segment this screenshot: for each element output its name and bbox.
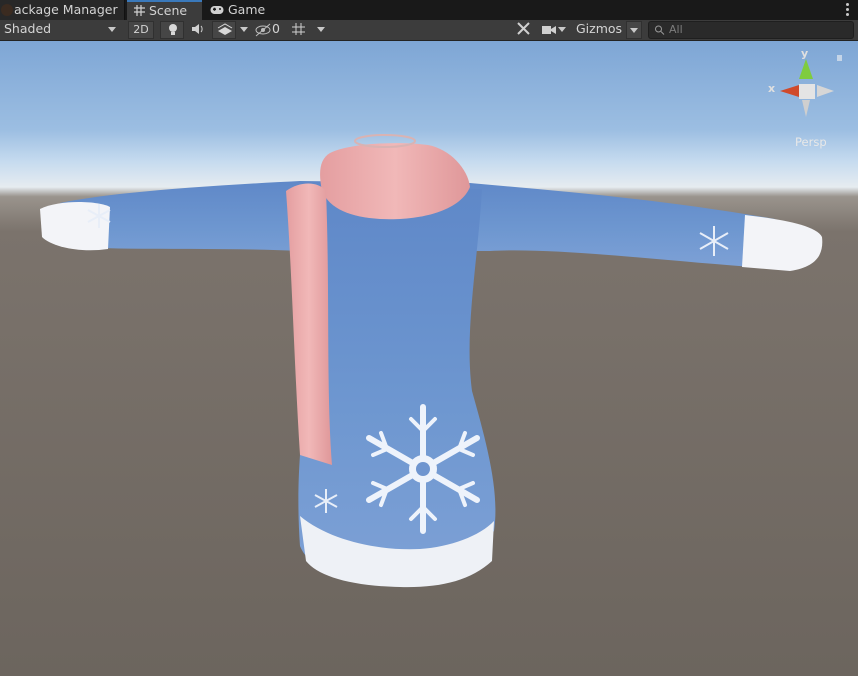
tab-bar: ackage Manager Scene Game [0,0,858,20]
chevron-down-icon [240,27,248,32]
search-icon [655,25,665,35]
search-field[interactable]: All [648,21,854,39]
tab-label: Scene [149,3,188,18]
tab-game[interactable]: Game [206,0,276,20]
tab-scene[interactable]: Scene [127,0,202,20]
toggle-2d-label: 2D [133,23,149,36]
wrench-cross-icon [517,22,530,35]
gizmo-x-label: x [768,82,776,95]
lightbulb-icon [169,24,177,35]
sweater-model[interactable] [0,41,858,676]
chevron-down-icon [630,28,638,33]
grid-toggle[interactable] [290,21,312,39]
tab-label: ackage Manager [14,2,118,17]
gizmos-dropdown[interactable] [626,21,642,39]
tools-button[interactable] [514,21,536,39]
camera-settings-button[interactable] [540,21,572,39]
grid-dropdown[interactable] [313,21,329,39]
layers-icon [217,23,233,35]
effects-toggle[interactable] [212,21,236,39]
grid-snap-icon [292,23,305,35]
gizmos-button[interactable]: Gizmos [574,21,626,39]
toggle-2d-button[interactable]: 2D [128,21,154,39]
projection-label[interactable]: Persp [795,135,827,149]
search-placeholder: All [669,23,683,36]
draw-mode-dropdown[interactable]: Shaded [0,21,122,39]
scene-viewport[interactable]: y x Persp [0,41,858,676]
scene-toolbar: Shaded 2D 0 Gizmos All [0,20,858,41]
audio-toggle[interactable] [186,21,210,39]
chevron-down-icon [558,27,566,32]
speaker-icon [192,24,203,34]
gamepad-icon [210,1,224,21]
gizmo-y-label: y [801,47,809,60]
scene-visibility-toggle[interactable]: 0 [254,21,286,39]
camera-icon [542,25,556,34]
grid-hash-icon [134,3,145,21]
draw-mode-label: Shaded [4,21,52,36]
eye-slash-icon [255,23,271,36]
tab-package-manager[interactable]: ackage Manager [0,0,125,20]
lighting-toggle[interactable] [160,21,184,39]
hidden-count: 0 [272,21,280,36]
gizmos-label: Gizmos [576,21,623,36]
chevron-down-icon [317,27,325,32]
chevron-down-icon [108,27,116,32]
tab-label: Game [228,2,266,17]
effects-dropdown[interactable] [236,21,252,39]
package-icon [1,4,13,16]
more-options-icon[interactable] [846,3,850,17]
